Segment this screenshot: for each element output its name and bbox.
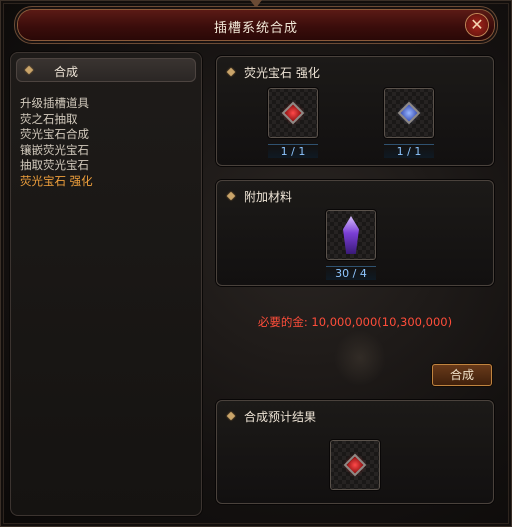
material-slot[interactable] bbox=[326, 210, 376, 260]
sidebar-item-gem-inlay[interactable]: 镶嵌荧光宝石 bbox=[20, 143, 93, 159]
emblem-ornament bbox=[334, 330, 386, 386]
enhance-section-title: 荧光宝石 强化 bbox=[244, 66, 320, 80]
sidebar-item-stone-extract[interactable]: 荧之石抽取 bbox=[20, 112, 93, 128]
gem-slot-1-count: 1 / 1 bbox=[268, 144, 318, 158]
diamond-bullet-icon bbox=[226, 67, 236, 77]
sidebar-item-gem-extract[interactable]: 抽取荧光宝石 bbox=[20, 158, 93, 174]
material-section: 附加材料 30 / 4 bbox=[216, 180, 494, 286]
sidebar-menu: 升级插槽道具 荧之石抽取 荧光宝石合成 镶嵌荧光宝石 抽取荧光宝石 荧光宝石 强… bbox=[20, 96, 93, 190]
gem-slot-1[interactable] bbox=[268, 88, 318, 138]
title-bar[interactable]: 插槽系统合成 ✕ bbox=[18, 10, 494, 40]
blue-gem-icon bbox=[400, 104, 418, 122]
result-slot[interactable] bbox=[330, 440, 380, 490]
enhance-section: 荧光宝石 强化 1 / 1 1 / 1 bbox=[216, 56, 494, 166]
red-gem-icon bbox=[346, 456, 364, 474]
sidebar-item-upgrade-slot[interactable]: 升级插槽道具 bbox=[20, 96, 93, 112]
close-icon[interactable]: ✕ bbox=[466, 14, 488, 36]
synthesis-window: 插槽系统合成 ✕ 合成 升级插槽道具 荧之石抽取 荧光宝石合成 镶嵌荧光宝石 抽… bbox=[0, 0, 512, 527]
sidebar-item-gem-synthesis[interactable]: 荧光宝石合成 bbox=[20, 127, 93, 143]
diamond-bullet-icon bbox=[226, 191, 236, 201]
result-section: 合成预计结果 bbox=[216, 400, 494, 504]
material-slot-count: 30 / 4 bbox=[326, 266, 376, 280]
gold-cost: 必要的金: 10,000,000(10,300,000) bbox=[257, 315, 453, 329]
diamond-bullet-icon bbox=[24, 65, 34, 75]
window-title: 插槽系统合成 bbox=[213, 21, 298, 36]
top-ornament bbox=[250, 0, 262, 8]
diamond-bullet-icon bbox=[226, 411, 236, 421]
gem-slot-2[interactable] bbox=[384, 88, 434, 138]
purple-crystal-icon bbox=[343, 216, 359, 254]
sidebar-header: 合成 bbox=[16, 58, 196, 82]
sidebar: 合成 升级插槽道具 荧之石抽取 荧光宝石合成 镶嵌荧光宝石 抽取荧光宝石 荧光宝… bbox=[10, 52, 202, 516]
material-section-title: 附加材料 bbox=[244, 190, 293, 204]
red-gem-icon bbox=[284, 104, 302, 122]
sidebar-item-gem-enhance[interactable]: 荧光宝石 强化 bbox=[20, 174, 93, 190]
sidebar-header-label: 合成 bbox=[54, 65, 79, 79]
gem-slot-2-count: 1 / 1 bbox=[384, 144, 434, 158]
result-section-title: 合成预计结果 bbox=[244, 410, 317, 424]
craft-button[interactable]: 合成 bbox=[432, 364, 492, 386]
